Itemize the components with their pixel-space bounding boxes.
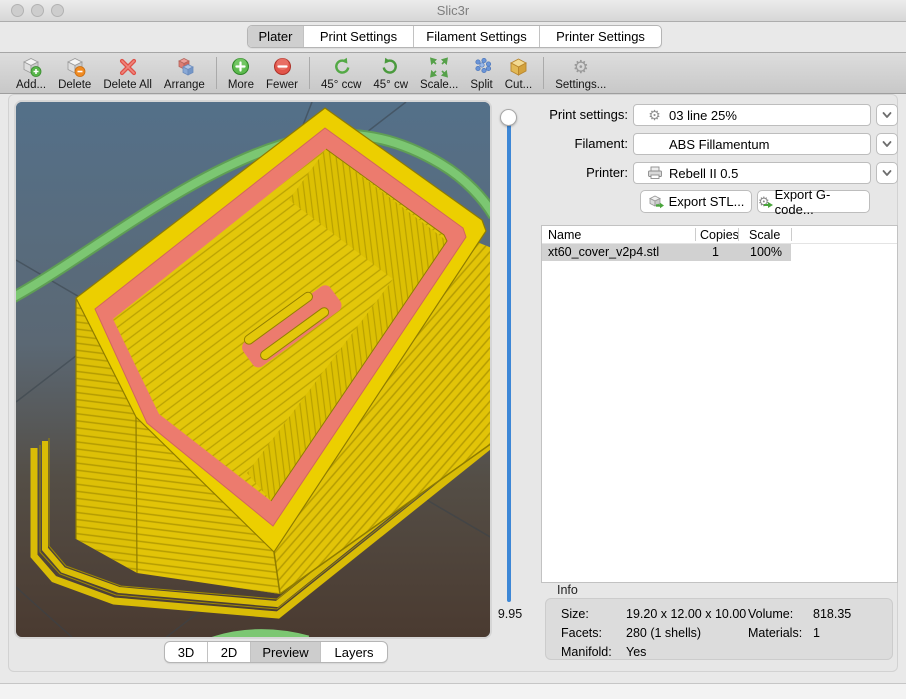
manifold-value: Yes [626,645,646,659]
print-settings-select[interactable]: ⚙ 03 line 25% [633,104,871,126]
rotate-ccw-icon [330,55,352,78]
chevron-down-icon [881,109,893,121]
column-header-scale: Scale [749,228,780,242]
materials-label: Materials: [748,626,802,640]
rotate-cw-button[interactable]: 45° cw [367,53,414,91]
toolbar-separator [216,57,217,89]
gear-icon: ⚙ [646,107,663,123]
export-stl-button[interactable]: Export STL... [640,190,752,213]
main-tab-bar: Plater Print Settings Filament Settings … [247,25,662,48]
arrange-cubes-icon [172,55,196,78]
printer-dropdown-button[interactable] [876,162,898,184]
print-settings-dropdown-button[interactable] [876,104,898,126]
filament-select[interactable]: ABS Fillamentum [633,133,871,155]
info-section-title: Info [557,583,578,597]
printer-select[interactable]: Rebell II 0.5 [633,162,871,184]
scale-button[interactable]: Scale... [414,53,464,91]
column-header-copies: Copies [700,228,739,242]
filament-dropdown-button[interactable] [876,133,898,155]
tab-filament-settings[interactable]: Filament Settings [414,26,540,47]
red-x-icon [117,55,139,78]
title-bar: Slic3r [0,0,906,22]
cell-name: xt60_cover_v2p4.stl [548,245,659,259]
materials-value: 1 [813,626,820,640]
sliced-model-render [16,102,492,639]
add-button[interactable]: Add... [10,53,52,91]
export-gcode-button[interactable]: ⚙ Export G-code... [757,190,870,213]
printer-icon [646,165,663,181]
object-list-table: Name Copies Scale xt60_cover_v2p4.stl 1 … [541,225,898,583]
cell-scale: 100% [750,245,782,259]
cell-copies: 1 [712,245,719,259]
facets-value: 280 (1 shells) [626,626,701,640]
minus-circle-icon [272,55,293,78]
settings-button[interactable]: ⚙ Settings... [549,53,612,91]
cut-box-icon [507,55,530,78]
layer-slider-track[interactable] [507,122,511,602]
view-tab-2d[interactable]: 2D [208,642,251,662]
toolbar-separator [309,57,310,89]
scale-arrows-icon [428,55,450,78]
split-cubes-icon [471,55,493,78]
print-settings-value: 03 line 25% [669,108,737,123]
window-title: Slic3r [0,3,906,18]
chevron-down-icon [881,167,893,179]
rotate-cw-icon [380,55,402,78]
toolbar-separator [543,57,544,89]
view-tab-layers[interactable]: Layers [321,642,387,662]
preview-3d-canvas[interactable] [14,100,492,639]
rotate-ccw-button[interactable]: 45° ccw [315,53,367,91]
volume-value: 818.35 [813,607,851,621]
column-header-name: Name [548,228,581,242]
tab-printer-settings[interactable]: Printer Settings [540,26,661,47]
fewer-button[interactable]: Fewer [260,53,304,91]
cut-button[interactable]: Cut... [499,53,538,91]
box-remove-icon [63,55,87,78]
manifold-label: Manifold: [561,645,612,659]
view-tab-preview[interactable]: Preview [251,642,321,662]
layer-slider-knob[interactable] [500,109,517,126]
box-add-icon [19,55,43,78]
chevron-down-icon [881,138,893,150]
info-box: Size: 19.20 x 12.00 x 10.00 Volume: 818.… [545,598,893,660]
more-button[interactable]: More [222,53,260,91]
toolbar: Add... Delete Delete All [0,52,906,94]
filament-label: Filament: [538,136,628,151]
table-header-row: Name Copies Scale [542,226,897,244]
volume-label: Volume: [748,607,793,621]
settings-gear-icon: ⚙ [573,55,589,78]
delete-button[interactable]: Delete [52,53,97,91]
delete-all-button[interactable]: Delete All [97,53,158,91]
size-value: 19.20 x 12.00 x 10.00 [626,607,746,621]
filament-value: ABS Fillamentum [669,137,769,152]
facets-label: Facets: [561,626,602,640]
size-label: Size: [561,607,589,621]
plus-circle-icon [230,55,251,78]
tab-plater[interactable]: Plater [248,26,304,47]
export-stl-icon [648,194,664,209]
status-bar [0,683,906,699]
printer-value: Rebell II 0.5 [669,166,738,181]
export-gcode-icon: ⚙ [758,195,770,208]
view-tab-3d[interactable]: 3D [165,642,208,662]
printer-label: Printer: [538,165,628,180]
split-button[interactable]: Split [464,53,498,91]
arrange-button[interactable]: Arrange [158,53,211,91]
layer-slider-value: 9.95 [490,607,530,621]
print-settings-label: Print settings: [538,107,628,122]
view-mode-tabs: 3D 2D Preview Layers [164,641,388,663]
table-row[interactable]: xt60_cover_v2p4.stl 1 100% [542,244,791,261]
tab-print-settings[interactable]: Print Settings [304,26,414,47]
